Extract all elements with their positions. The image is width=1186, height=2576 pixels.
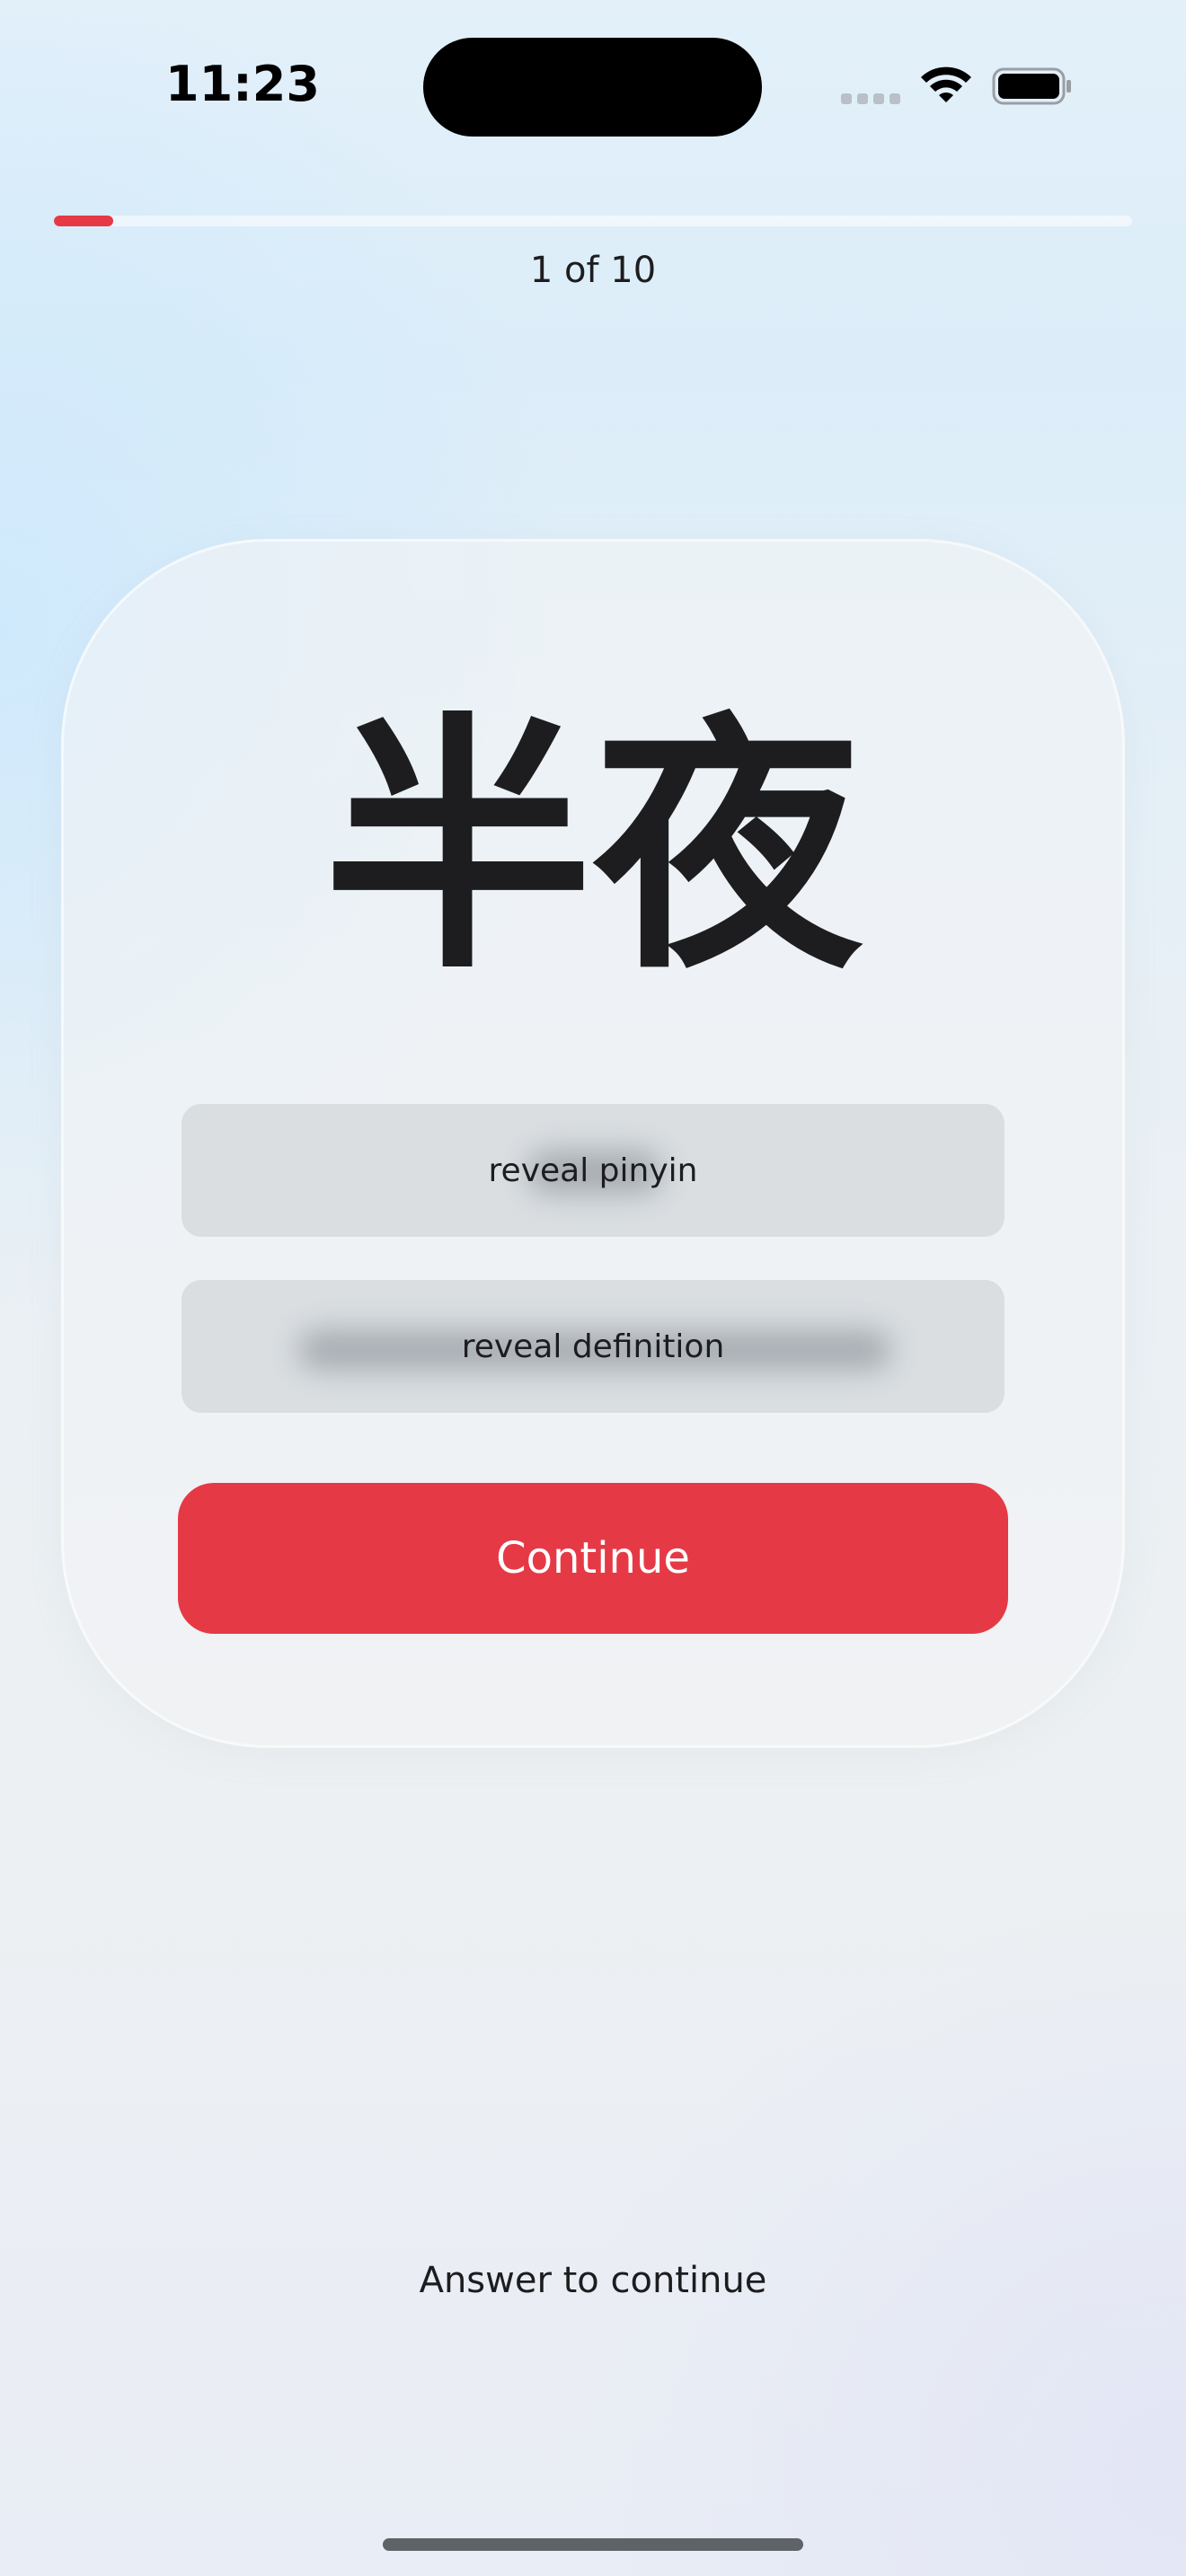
flashcard-word: 半夜 xyxy=(323,692,863,1005)
wifi-icon xyxy=(921,66,971,102)
progress-bar-fill xyxy=(54,216,113,226)
answer-hint: Answer to continue xyxy=(419,2260,767,2301)
status-time: 11:23 xyxy=(165,56,320,112)
dynamic-island xyxy=(423,38,762,137)
cellular-signal-icon xyxy=(841,93,900,104)
progress-bar xyxy=(54,216,1132,226)
reveal-definition-label: reveal definition xyxy=(461,1328,725,1365)
reveal-pinyin-label: reveal pinyin xyxy=(488,1151,698,1189)
battery-icon xyxy=(992,67,1071,105)
continue-button[interactable]: Continue xyxy=(178,1483,1008,1634)
home-indicator[interactable] xyxy=(383,2538,803,2551)
progress-label: 1 of 10 xyxy=(529,250,657,291)
reveal-pinyin-button[interactable]: reveal pinyin xyxy=(180,1102,1006,1239)
reveal-definition-button[interactable]: reveal definition xyxy=(180,1278,1006,1415)
